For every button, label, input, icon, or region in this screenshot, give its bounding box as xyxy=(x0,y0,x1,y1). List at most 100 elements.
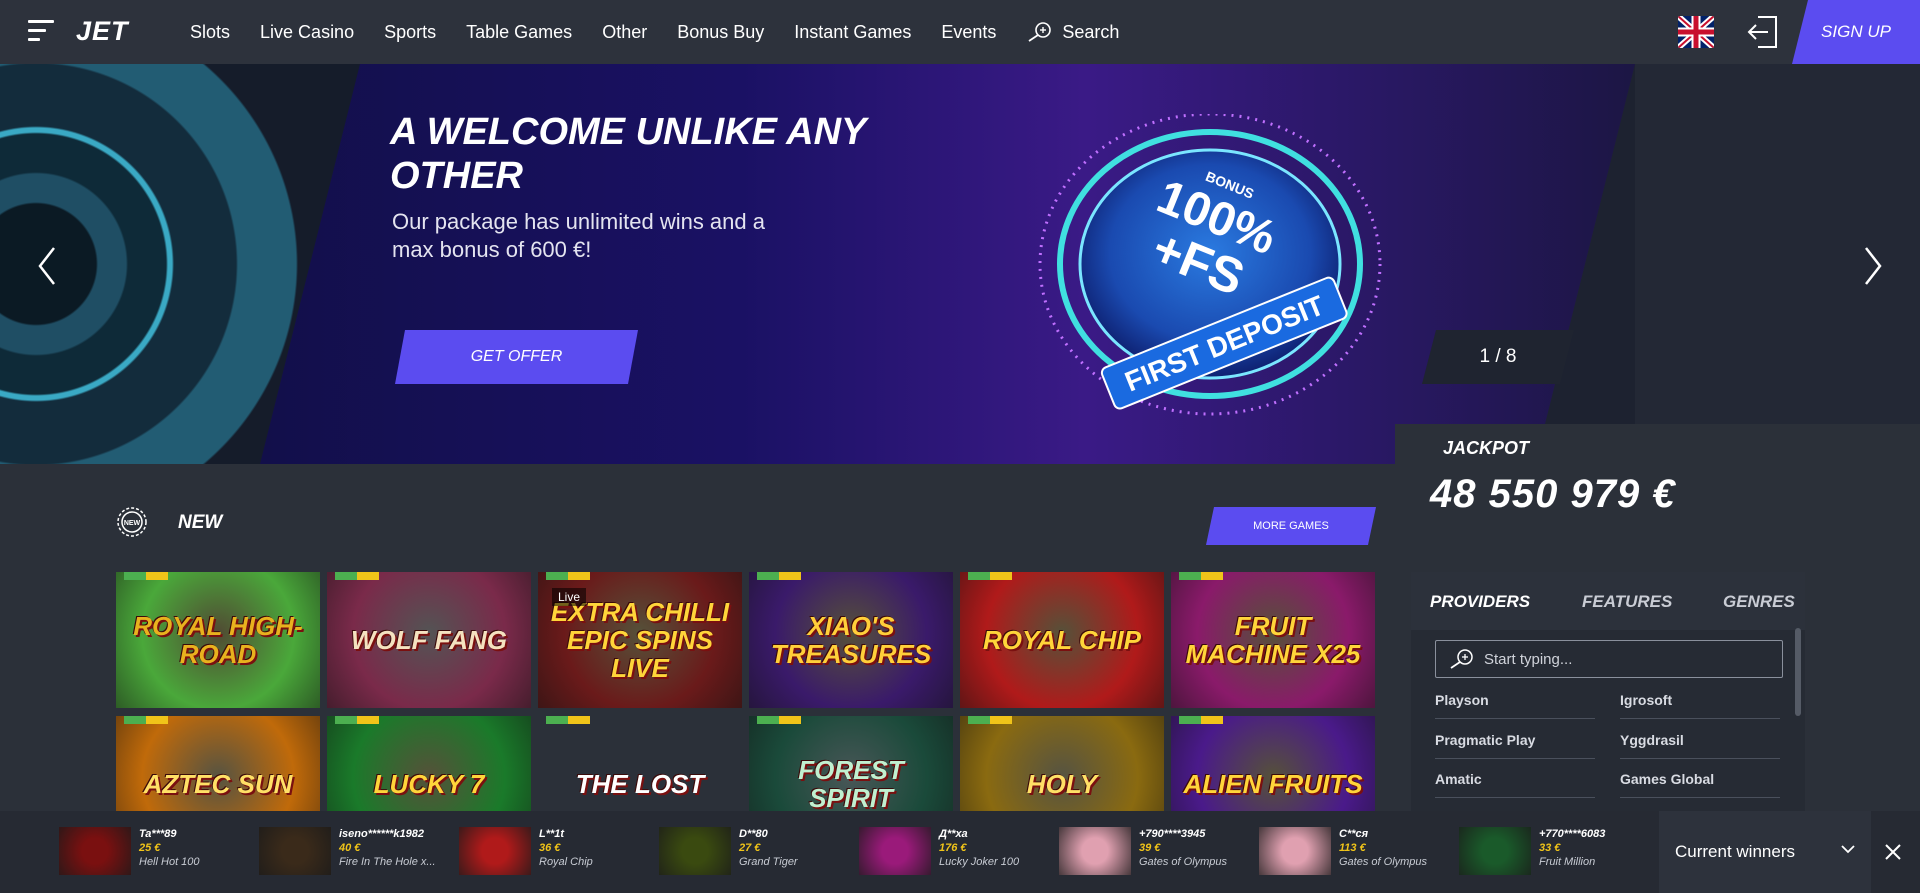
game-tile[interactable]: Aztec Sun xyxy=(116,716,320,812)
section-title-new: NEW xyxy=(178,512,223,533)
banner-subtitle: Our package has unlimited wins and a max… xyxy=(392,209,765,262)
game-title: Royal Chip xyxy=(983,625,1141,655)
game-thumbnail xyxy=(659,827,731,875)
game-tile[interactable]: Alien Fruits xyxy=(1171,716,1375,812)
signup-button[interactable]: SIGN UP xyxy=(1792,0,1920,64)
tile-badge xyxy=(757,716,801,724)
game-title: Royal High-Road xyxy=(133,611,303,669)
game-tile[interactable]: Royal High-Road xyxy=(116,572,320,708)
nav-instant-games[interactable]: Instant Games xyxy=(794,22,911,43)
tab-features[interactable]: FEATURES xyxy=(1582,592,1672,612)
game-title: Aztec Sun xyxy=(143,769,293,799)
provider-amatic[interactable]: Amatic xyxy=(1435,771,1482,787)
main-nav: Slots Live Casino Sports Table Games Oth… xyxy=(190,0,1149,64)
provider-playson[interactable]: Playson xyxy=(1435,692,1489,708)
chevron-down-icon[interactable] xyxy=(1840,843,1856,855)
winner-game: Fire In The Hole x... xyxy=(339,856,436,868)
game-tile[interactable]: The Lost xyxy=(538,716,742,812)
promo-banner: BONUS 100% +FS FIRST DEPOSIT A WELCOME U… xyxy=(0,64,1920,464)
provider-scrollbar[interactable] xyxy=(1795,628,1801,716)
provider-games-global[interactable]: Games Global xyxy=(1620,771,1714,787)
nav-table-games[interactable]: Table Games xyxy=(466,22,572,43)
winner-user: Д**ха xyxy=(939,828,968,840)
winner-item[interactable]: C**ся 113 € Gates of Olympus xyxy=(1259,827,1427,877)
game-title: Extra Chilli Epic Spins Live xyxy=(550,597,730,683)
game-thumbnail xyxy=(59,827,131,875)
game-thumbnail xyxy=(1459,827,1531,875)
game-tile[interactable]: Xiao's Treasures xyxy=(749,572,953,708)
filter-tabs: PROVIDERS FEATURES GENRES xyxy=(1411,572,1805,630)
game-title: Lucky 7 xyxy=(373,769,485,799)
tile-badge xyxy=(124,716,168,724)
nav-slots[interactable]: Slots xyxy=(190,22,230,43)
winner-game: Gates of Olympus xyxy=(1339,856,1428,868)
close-icon[interactable] xyxy=(1884,843,1902,861)
provider-igrosoft[interactable]: Igrosoft xyxy=(1620,692,1672,708)
winner-amount: 27 € xyxy=(739,842,761,854)
tile-badge xyxy=(1179,716,1223,724)
winner-item[interactable]: Д**ха 176 € Lucky Joker 100 xyxy=(859,827,1019,877)
winner-item[interactable]: L**1t 36 € Royal Chip xyxy=(459,827,593,877)
bonus-disc-graphic: BONUS 100% +FS FIRST DEPOSIT xyxy=(1038,114,1382,416)
new-badge-text: NEW xyxy=(124,520,141,527)
menu-icon[interactable] xyxy=(28,20,54,42)
provider-pragmatic-play[interactable]: Pragmatic Play xyxy=(1435,732,1535,748)
search-label: Search xyxy=(1062,21,1120,42)
winner-item[interactable]: +790****3945 39 € Gates of Olympus xyxy=(1059,827,1227,877)
tile-badge xyxy=(1179,572,1223,580)
uk-flag-icon[interactable] xyxy=(1678,16,1714,48)
game-tile[interactable]: Royal Chip xyxy=(960,572,1164,708)
game-thumbnail xyxy=(1259,827,1331,875)
top-header: JET Slots Live Casino Sports Table Games… xyxy=(0,0,1920,64)
winner-user: iseno******k1982 xyxy=(339,828,425,840)
get-offer-button[interactable]: GET OFFER xyxy=(395,330,638,384)
nav-search[interactable]: Search xyxy=(1026,21,1119,43)
game-grid: Royal High-Road Wolf Fang Live Extra Chil… xyxy=(116,572,1376,812)
chevron-left-icon[interactable] xyxy=(34,244,60,288)
jackpot-label: JACKPOT xyxy=(1443,438,1530,458)
game-tile[interactable]: Fruit Machine x25 xyxy=(1171,572,1375,708)
provider-yggdrasil[interactable]: Yggdrasil xyxy=(1620,732,1684,748)
game-tile[interactable]: Forest Spirit xyxy=(749,716,953,812)
winner-user: D**80 xyxy=(739,828,768,840)
game-title: Forest Spirit xyxy=(798,755,904,812)
provider-search-input[interactable]: Start typing... xyxy=(1435,640,1783,678)
game-tile[interactable]: Wolf Fang xyxy=(327,572,531,708)
winner-amount: 25 € xyxy=(139,842,161,854)
winner-item[interactable]: +770****6083 33 € Fruit Million xyxy=(1459,827,1605,877)
winner-user: L**1t xyxy=(539,828,565,840)
game-tile[interactable]: Lucky 7 xyxy=(327,716,531,812)
jackpot-value: 48 550 979 € xyxy=(1430,472,1676,516)
chevron-right-icon[interactable] xyxy=(1860,244,1886,288)
nav-bonus-buy[interactable]: Bonus Buy xyxy=(677,22,764,43)
game-thumbnail xyxy=(1059,827,1131,875)
winner-item[interactable]: Ta***89 25 € Hell Hot 100 xyxy=(59,827,200,877)
winner-user: C**ся xyxy=(1339,828,1369,840)
game-tile[interactable]: Live Extra Chilli Epic Spins Live xyxy=(538,572,742,708)
divider xyxy=(1435,758,1595,759)
winner-item[interactable]: D**80 27 € Grand Tiger xyxy=(659,827,798,877)
game-tile[interactable]: Holy xyxy=(960,716,1164,812)
game-title: Holy xyxy=(1026,769,1098,799)
tile-badge xyxy=(968,716,1012,724)
winner-item[interactable]: iseno******k1982 40 € Fire In The Hole x..… xyxy=(259,827,436,877)
nav-live-casino[interactable]: Live Casino xyxy=(260,22,354,43)
nav-other[interactable]: Other xyxy=(602,22,647,43)
login-icon[interactable] xyxy=(1746,14,1780,50)
search-placeholder: Start typing... xyxy=(1484,650,1573,668)
nav-sports[interactable]: Sports xyxy=(384,22,436,43)
site-logo[interactable]: JET xyxy=(76,16,129,47)
winner-game: Hell Hot 100 xyxy=(139,856,200,868)
tab-providers[interactable]: PROVIDERS xyxy=(1430,592,1530,612)
game-title: Xiao's Treasures xyxy=(770,611,932,669)
winner-game: Lucky Joker 100 xyxy=(939,856,1020,868)
current-winners-label: Current winners xyxy=(1675,842,1795,861)
tab-genres[interactable]: GENRES xyxy=(1723,592,1795,612)
winner-amount: 36 € xyxy=(539,842,561,854)
tile-badge xyxy=(546,572,590,580)
divider xyxy=(1435,797,1595,798)
more-games-button[interactable]: MORE GAMES xyxy=(1206,507,1376,545)
winner-amount: 113 € xyxy=(1339,842,1366,854)
tile-badge xyxy=(546,716,590,724)
nav-events[interactable]: Events xyxy=(941,22,996,43)
